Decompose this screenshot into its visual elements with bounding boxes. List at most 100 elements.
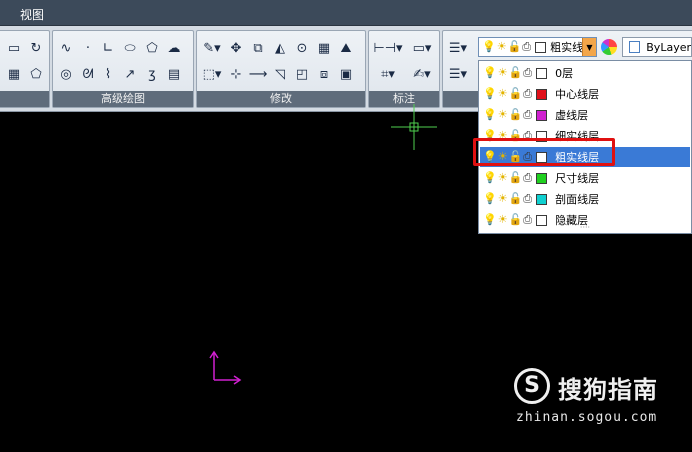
- block-tool-icon[interactable]: ▣: [337, 65, 355, 83]
- sun-icon: ☀: [496, 40, 507, 53]
- printer-icon[interactable]: ⎙: [523, 109, 532, 121]
- offset-tool-icon[interactable]: ⧈: [315, 65, 333, 83]
- hatch-tool-icon[interactable]: ▦: [5, 65, 23, 83]
- donut-tool-icon[interactable]: ◎: [57, 65, 75, 83]
- layer-name: 虚线层: [555, 109, 589, 122]
- layer-state-icons: 💡 ☀ 🔓 ⎙: [483, 67, 532, 79]
- sogou-logo: S: [514, 368, 550, 404]
- breakline-tool-icon[interactable]: ⌇: [99, 65, 117, 83]
- mirror-tool-icon[interactable]: ◭: [271, 39, 289, 57]
- wave-tool-icon[interactable]: ᘛ: [79, 65, 97, 83]
- bulb-icon: 💡: [482, 40, 496, 53]
- printer-icon[interactable]: ⎙: [523, 88, 532, 100]
- revcloud-tool-icon[interactable]: ☁: [165, 39, 183, 57]
- layer-list-item[interactable]: 💡 ☀ 🔓 ⎙ 虚线层: [480, 105, 690, 125]
- watermark-brand: 搜狗指南: [558, 376, 658, 404]
- brush-tool-icon[interactable]: ✎▾: [199, 39, 225, 57]
- point-tool-icon[interactable]: ·: [79, 39, 97, 57]
- panel-title-advanced-draw: 高级绘图: [53, 91, 193, 107]
- extend-tool-icon[interactable]: ⟶: [249, 65, 268, 83]
- layer-name: 剖面线层: [555, 193, 600, 206]
- layer-state-icons: 💡 ☀ 🔓 ⎙: [483, 88, 532, 100]
- copy-tool-icon[interactable]: ⧉: [249, 39, 267, 57]
- draw-panel-partial: ▭ ↻ ▦ ⬠: [0, 30, 50, 108]
- lock-icon[interactable]: 🔓: [509, 193, 523, 205]
- menu-view[interactable]: 视图: [20, 6, 44, 23]
- dimension-style-icon[interactable]: ⌗▾: [371, 65, 405, 83]
- bylayer-combobox[interactable]: ByLayer: [622, 37, 692, 57]
- layer-color-swatch: [536, 193, 548, 205]
- layer-list-item[interactable]: 💡 ☀ 🔓 ⎙ 0层: [480, 63, 690, 83]
- lock-icon: 🔓: [507, 40, 522, 53]
- bylayer-label: ByLayer: [646, 40, 691, 54]
- layer-name: 中心线层: [555, 88, 600, 101]
- printer-icon[interactable]: ⎙: [523, 172, 532, 184]
- crosshair-cursor-icon: [391, 104, 437, 150]
- lock-icon[interactable]: 🔓: [509, 67, 523, 79]
- stretch-tool-icon[interactable]: ⛰: [337, 39, 355, 57]
- layer-combobox[interactable]: 💡 ☀ 🔓 ⎙ 粗实线层 ▼: [478, 37, 597, 57]
- bylayer-color-swatch: [629, 41, 641, 53]
- printer-icon: ⎙: [522, 40, 532, 53]
- angle-tool-icon[interactable]: ∟: [99, 39, 117, 57]
- spline-tool-icon[interactable]: ∿: [57, 39, 75, 57]
- layer-properties-icon[interactable]: ☰▾: [445, 39, 471, 57]
- modify-panel: ✎▾ ✥ ⧉ ◭ ⊙ ▦ ⛰ ⬚▾ ⊹ ⟶ ◹ ◰ ⧈ ▣ 修改: [196, 30, 366, 108]
- layer-color-swatch: [536, 172, 548, 184]
- bulb-icon[interactable]: 💡: [483, 109, 497, 121]
- sun-icon[interactable]: ☀: [498, 88, 508, 100]
- layer-color-swatch: [536, 109, 548, 121]
- watermark-url: zhinan.sogou.com: [516, 410, 658, 425]
- lock-icon[interactable]: 🔓: [509, 172, 523, 184]
- layer-state-icons: 💡 ☀ 🔓 ⎙: [482, 41, 531, 53]
- sun-icon[interactable]: ☀: [498, 109, 508, 121]
- select-box-icon[interactable]: ⬚▾: [199, 65, 225, 83]
- ellipse-tool-icon[interactable]: ⬭: [121, 39, 139, 57]
- printer-icon[interactable]: ⎙: [523, 193, 532, 205]
- layer-state-icons: 💡 ☀ 🔓 ⎙: [483, 109, 532, 121]
- rectangle-tool-icon[interactable]: ▭: [5, 39, 23, 57]
- layer-list-item[interactable]: 💡 ☀ 🔓 ⎙ 剖面线层: [480, 189, 690, 209]
- color-wheel-icon[interactable]: [601, 39, 617, 55]
- trim-tool-icon[interactable]: ⊹: [227, 65, 245, 83]
- menu-bar: 视图: [0, 0, 692, 26]
- bulb-icon[interactable]: 💡: [483, 193, 497, 205]
- layer-color-swatch: [536, 67, 548, 79]
- layer-state-icons: 💡 ☀ 🔓 ⎙: [483, 193, 532, 205]
- sun-icon[interactable]: ☀: [498, 193, 508, 205]
- panel-title-modify: 修改: [197, 91, 365, 107]
- array-tool-icon[interactable]: ▦: [315, 39, 333, 57]
- bulb-icon[interactable]: 💡: [483, 172, 497, 184]
- region-tool-icon[interactable]: ⬠: [27, 65, 45, 83]
- resize-grip[interactable]: ····: [479, 224, 691, 233]
- layer-list-item[interactable]: 💡 ☀ 🔓 ⎙ 尺寸线层: [480, 168, 690, 188]
- lineweight-icon[interactable]: ☰▾: [445, 65, 471, 83]
- ucs-axis-icon: [209, 350, 242, 385]
- move-tool-icon[interactable]: ✥: [227, 39, 245, 57]
- linear-dimension-icon[interactable]: ⊢⊣▾: [371, 39, 405, 57]
- panel-title-draw: [0, 91, 49, 107]
- rotate-modify-icon[interactable]: ⊙: [293, 39, 311, 57]
- lock-icon[interactable]: 🔓: [509, 109, 523, 121]
- bulb-icon[interactable]: 💡: [483, 88, 497, 100]
- text-style-icon[interactable]: ▭▾: [405, 39, 439, 57]
- fillet-tool-icon[interactable]: ◹: [271, 65, 289, 83]
- rotate-tool-icon[interactable]: ↻: [27, 39, 45, 57]
- edit-text-icon[interactable]: ✍▾: [405, 65, 439, 83]
- arrow-tool-icon[interactable]: ↗: [121, 65, 139, 83]
- sogou-watermark: S 搜狗指南 zhinan.sogou.com: [514, 368, 674, 428]
- highlight-annotation-box: [473, 138, 615, 166]
- advanced-draw-panel: ∿ · ∟ ⬭ ⬠ ☁ ◎ ᘛ ⌇ ↗ ʒ ▤ 高级绘图: [52, 30, 194, 108]
- table-tool-icon[interactable]: ▤: [165, 65, 183, 83]
- sun-icon[interactable]: ☀: [498, 67, 508, 79]
- chevron-down-icon[interactable]: ▼: [582, 38, 596, 56]
- polygon-tool-icon[interactable]: ⬠: [143, 39, 161, 57]
- sketch-tool-icon[interactable]: ʒ: [143, 65, 161, 83]
- layer-color-swatch: [536, 88, 548, 100]
- sun-icon[interactable]: ☀: [498, 172, 508, 184]
- lock-icon[interactable]: 🔓: [509, 88, 523, 100]
- chamfer-tool-icon[interactable]: ◰: [293, 65, 311, 83]
- bulb-icon[interactable]: 💡: [483, 67, 497, 79]
- layer-list-item[interactable]: 💡 ☀ 🔓 ⎙ 中心线层: [480, 84, 690, 104]
- printer-icon[interactable]: ⎙: [523, 67, 532, 79]
